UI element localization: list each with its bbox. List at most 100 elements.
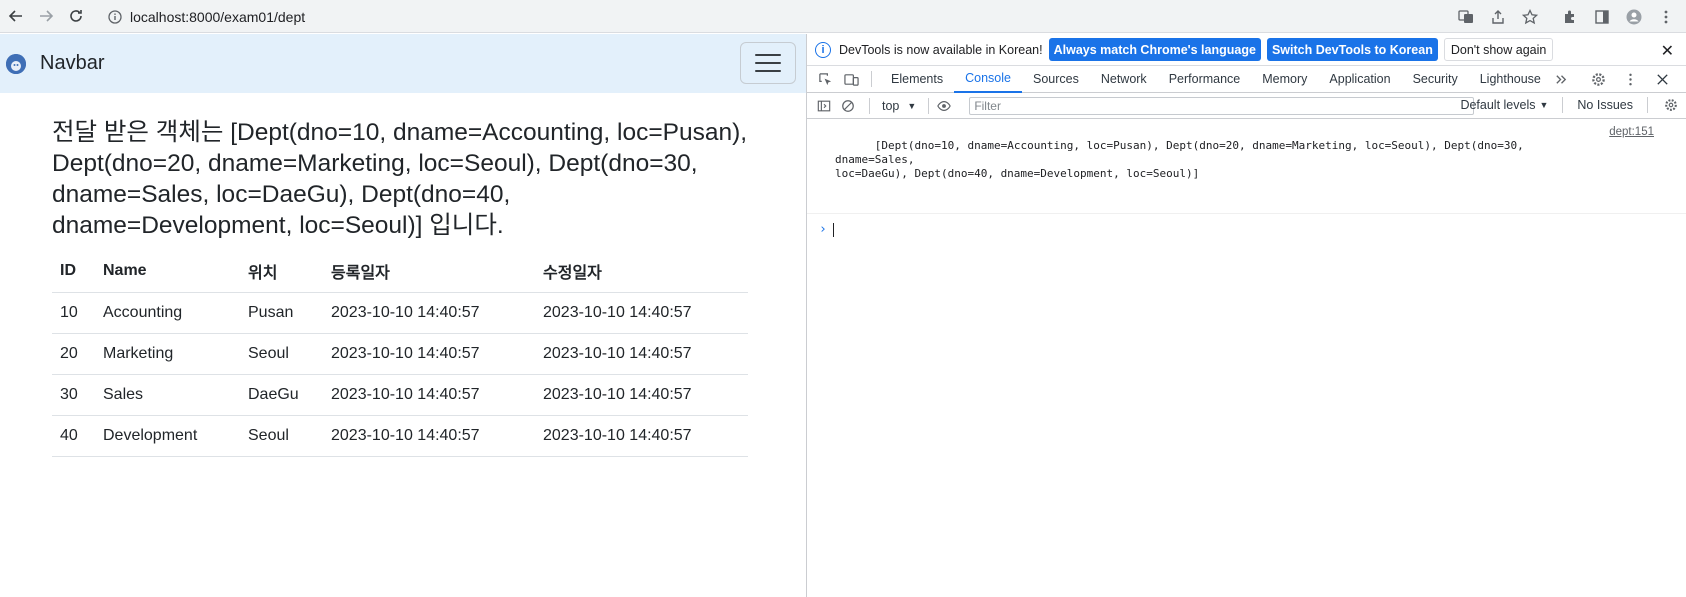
device-toolbar-icon[interactable] xyxy=(841,69,861,89)
text-caret xyxy=(832,222,834,237)
navbar: Navbar xyxy=(0,34,806,93)
dept-table: ID Name 위치 등록일자 수정일자 10 Accounting Pusan… xyxy=(52,251,748,457)
url-text: localhost:8000/exam01/dept xyxy=(130,8,306,25)
cell-created: 2023-10-10 14:40:57 xyxy=(323,374,535,416)
dont-show-again-button[interactable]: Don't show again xyxy=(1443,38,1554,61)
tab-sources[interactable]: Sources xyxy=(1022,66,1090,93)
log-levels-label: Default levels xyxy=(1460,98,1536,112)
cell-created: 2023-10-10 14:40:57 xyxy=(323,292,535,334)
cell-location: DaeGu xyxy=(240,374,323,416)
cell-id: 10 xyxy=(52,292,95,334)
column-header-created: 등록일자 xyxy=(323,251,535,293)
log-source-link[interactable]: dept:151 xyxy=(1609,125,1654,139)
column-header-updated: 수정일자 xyxy=(535,251,748,293)
cell-name: Sales xyxy=(95,374,240,416)
share-button[interactable] xyxy=(1484,3,1512,31)
devtools-panel: i DevTools is now available in Korean! A… xyxy=(806,34,1686,597)
forward-button[interactable] xyxy=(31,1,61,31)
cell-created: 2023-10-10 14:40:57 xyxy=(323,415,535,457)
infobar-message: DevTools is now available in Korean! xyxy=(839,42,1043,57)
settings-gear-icon[interactable] xyxy=(1588,69,1608,89)
menu-button[interactable] xyxy=(1652,3,1680,31)
profile-button[interactable] xyxy=(1620,3,1648,31)
cell-name: Accounting xyxy=(95,292,240,334)
more-tabs-icon[interactable] xyxy=(1552,69,1572,89)
extensions-button[interactable] xyxy=(1556,3,1584,31)
console-toolbar: top ▼ Default levels ▼ No Issues xyxy=(807,93,1686,119)
tab-lighthouse[interactable]: Lighthouse xyxy=(1469,66,1552,93)
translate-button[interactable] xyxy=(1452,3,1480,31)
cell-location: Pusan xyxy=(240,292,323,334)
caret-down-icon: ▼ xyxy=(1539,100,1549,110)
side-panel-button[interactable] xyxy=(1588,3,1616,31)
prompt-chevron-icon: › xyxy=(819,222,827,237)
live-expression-eye-icon[interactable] xyxy=(935,97,953,115)
devtools-tabbar: Elements Console Sources Network Perform… xyxy=(807,66,1686,93)
switch-language-button[interactable]: Switch DevTools to Korean xyxy=(1266,38,1438,61)
star-icon xyxy=(1522,8,1538,24)
caret-down-icon: ▼ xyxy=(907,100,917,111)
arrow-right-icon xyxy=(40,10,54,22)
inspect-element-icon[interactable] xyxy=(815,69,835,89)
issues-counter[interactable]: No Issues xyxy=(1577,98,1633,112)
site-info-icon[interactable] xyxy=(108,9,122,24)
back-button[interactable] xyxy=(1,1,31,31)
context-value: top xyxy=(882,98,900,113)
cell-id: 40 xyxy=(52,415,95,457)
column-header-location: 위치 xyxy=(240,251,323,293)
address-bar[interactable]: localhost:8000/exam01/dept xyxy=(100,3,1450,30)
reload-button[interactable] xyxy=(61,1,91,31)
devtools-menu-icon[interactable] xyxy=(1620,69,1640,89)
match-language-button[interactable]: Always match Chrome's language xyxy=(1048,38,1261,61)
console-settings-icon[interactable] xyxy=(1662,96,1680,114)
console-log-entry: [Dept(dno=10, dname=Accounting, loc=Pusa… xyxy=(807,125,1686,214)
cell-id: 20 xyxy=(52,333,95,375)
page-viewport: Navbar 전달 받은 객체는 [Dept(dno=10, dname=Acc… xyxy=(0,34,806,597)
tab-security[interactable]: Security xyxy=(1402,66,1469,93)
console-prompt[interactable]: › xyxy=(807,214,1686,237)
cell-updated: 2023-10-10 14:40:57 xyxy=(535,415,748,457)
translate-icon xyxy=(1458,9,1473,23)
console-output: [Dept(dno=10, dname=Accounting, loc=Pusa… xyxy=(807,119,1686,237)
side-panel-icon xyxy=(1595,9,1609,24)
show-sidebar-icon[interactable] xyxy=(815,97,833,115)
reload-icon xyxy=(70,10,82,22)
language-infobar: i DevTools is now available in Korean! A… xyxy=(807,34,1686,66)
puzzle-icon xyxy=(1565,10,1574,23)
clear-console-icon[interactable] xyxy=(839,97,857,115)
hamburger-icon xyxy=(755,54,781,56)
tab-performance[interactable]: Performance xyxy=(1158,66,1252,93)
close-devtools-icon[interactable] xyxy=(1652,69,1672,89)
navbar-toggler-button[interactable] xyxy=(740,42,796,84)
cell-updated: 2023-10-10 14:40:57 xyxy=(535,292,748,334)
tab-memory[interactable]: Memory xyxy=(1251,66,1318,93)
cell-id: 30 xyxy=(52,374,95,416)
kebab-menu-icon xyxy=(1664,10,1668,23)
log-levels-dropdown[interactable]: Default levels ▼ xyxy=(1460,98,1548,112)
table-row: 10 Accounting Pusan 2023-10-10 14:40:57 … xyxy=(52,292,748,334)
cell-name: Development xyxy=(95,415,240,457)
share-icon xyxy=(1492,9,1504,24)
tab-application[interactable]: Application xyxy=(1318,66,1401,93)
cell-location: Seoul xyxy=(240,415,323,457)
brand-logo-icon[interactable] xyxy=(6,53,26,74)
close-infobar-icon[interactable]: ✕ xyxy=(1661,41,1674,61)
browser-toolbar: localhost:8000/exam01/dept xyxy=(0,0,1686,33)
page-heading: 전달 받은 객체는 [Dept(dno=10, dname=Accounting… xyxy=(52,119,748,239)
avatar-icon xyxy=(1626,9,1642,24)
info-icon: i xyxy=(815,41,831,58)
cell-name: Marketing xyxy=(95,333,240,375)
console-filter-input[interactable] xyxy=(969,96,1475,115)
navbar-brand[interactable]: Navbar xyxy=(40,52,104,75)
table-row: 40 Development Seoul 2023-10-10 14:40:57… xyxy=(52,415,748,457)
tab-elements[interactable]: Elements xyxy=(880,66,954,93)
tab-console[interactable]: Console xyxy=(954,66,1022,93)
arrow-left-icon xyxy=(8,10,22,22)
table-row: 20 Marketing Seoul 2023-10-10 14:40:57 2… xyxy=(52,333,748,375)
context-selector[interactable]: top ▼ xyxy=(882,99,916,113)
column-header-id: ID xyxy=(52,251,95,293)
table-row: 30 Sales DaeGu 2023-10-10 14:40:57 2023-… xyxy=(52,374,748,416)
bookmark-button[interactable] xyxy=(1516,3,1544,31)
log-message: [Dept(dno=10, dname=Accounting, loc=Pusa… xyxy=(835,139,1524,180)
tab-network[interactable]: Network xyxy=(1090,66,1158,93)
